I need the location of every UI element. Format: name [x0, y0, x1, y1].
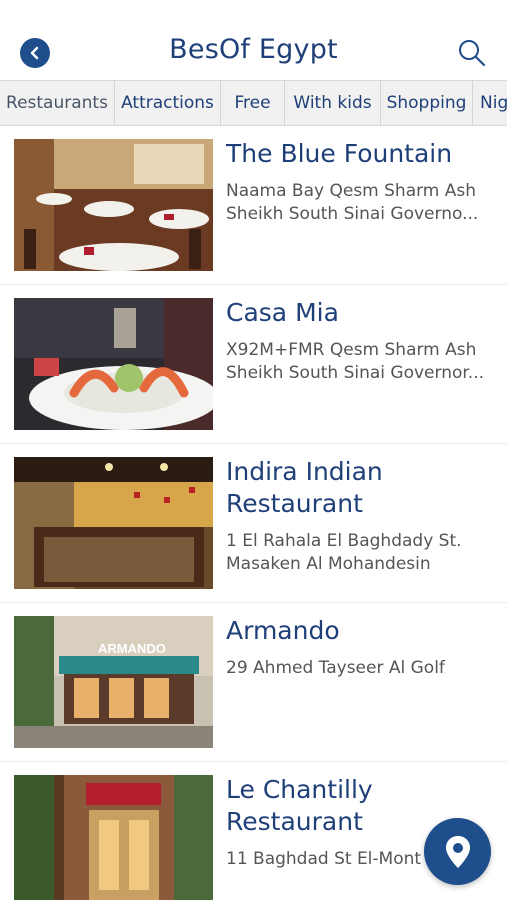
place-name-line1: Le Chantilly — [226, 775, 373, 804]
list-item[interactable]: The Blue Fountain Naama Bay Qesm Sharm A… — [0, 126, 507, 285]
place-address-line2: Masaken Al Mohandesin — [226, 554, 431, 574]
place-address-line1: X92M+FMR Qesm Sharm Ash — [226, 340, 477, 360]
tab-shopping[interactable]: Shopping — [381, 81, 473, 125]
place-name-line2: Restaurant — [226, 489, 363, 518]
search-icon — [459, 40, 486, 67]
place-address-line1: Naama Bay Qesm Sharm Ash — [226, 181, 477, 201]
place-photo — [14, 457, 213, 589]
place-photo — [14, 139, 213, 271]
tab-nightlife[interactable]: Nig — [473, 81, 507, 125]
map-pin-icon — [445, 835, 470, 868]
list-item[interactable]: ARMANDO Armando 29 Ahmed Tayseer Al Golf — [0, 603, 507, 762]
place-photo — [14, 775, 213, 900]
tab-attractions[interactable]: Attractions — [115, 81, 221, 125]
place-photo — [14, 298, 213, 430]
map-view-button[interactable] — [424, 818, 491, 885]
page-title: BesOf Egypt — [169, 34, 338, 65]
tab-free[interactable]: Free — [221, 81, 285, 125]
place-name-line1: Indira Indian — [226, 457, 383, 486]
tab-with-kids[interactable]: With kids — [285, 81, 381, 125]
place-address-line2: Sheikh South Sinai Governo... — [226, 204, 479, 224]
photo-sign-text: ARMANDO — [98, 641, 166, 656]
place-name: Casa Mia — [226, 298, 339, 327]
app-header: BesOf Egypt — [0, 0, 507, 80]
search-button[interactable] — [457, 38, 489, 70]
place-address-line1: 11 Baghdad St El-Mont — [226, 849, 422, 869]
category-tabs: Restaurants Attractions Free With kids S… — [0, 80, 507, 126]
place-address-line2: Sheikh South Sinai Governor... — [226, 363, 485, 383]
list-item[interactable]: Casa Mia X92M+FMR Qesm Sharm Ash Sheikh … — [0, 285, 507, 444]
place-address-line1: 29 Ahmed Tayseer Al Golf — [226, 658, 445, 678]
list-item[interactable]: Indira Indian Restaurant 1 El Rahala El … — [0, 444, 507, 603]
place-address-line1: 1 El Rahala El Baghdady St. — [226, 531, 462, 551]
place-name: The Blue Fountain — [226, 139, 453, 168]
place-photo: ARMANDO — [14, 616, 213, 748]
place-name: Armando — [226, 616, 340, 645]
tab-restaurants[interactable]: Restaurants — [0, 81, 115, 125]
